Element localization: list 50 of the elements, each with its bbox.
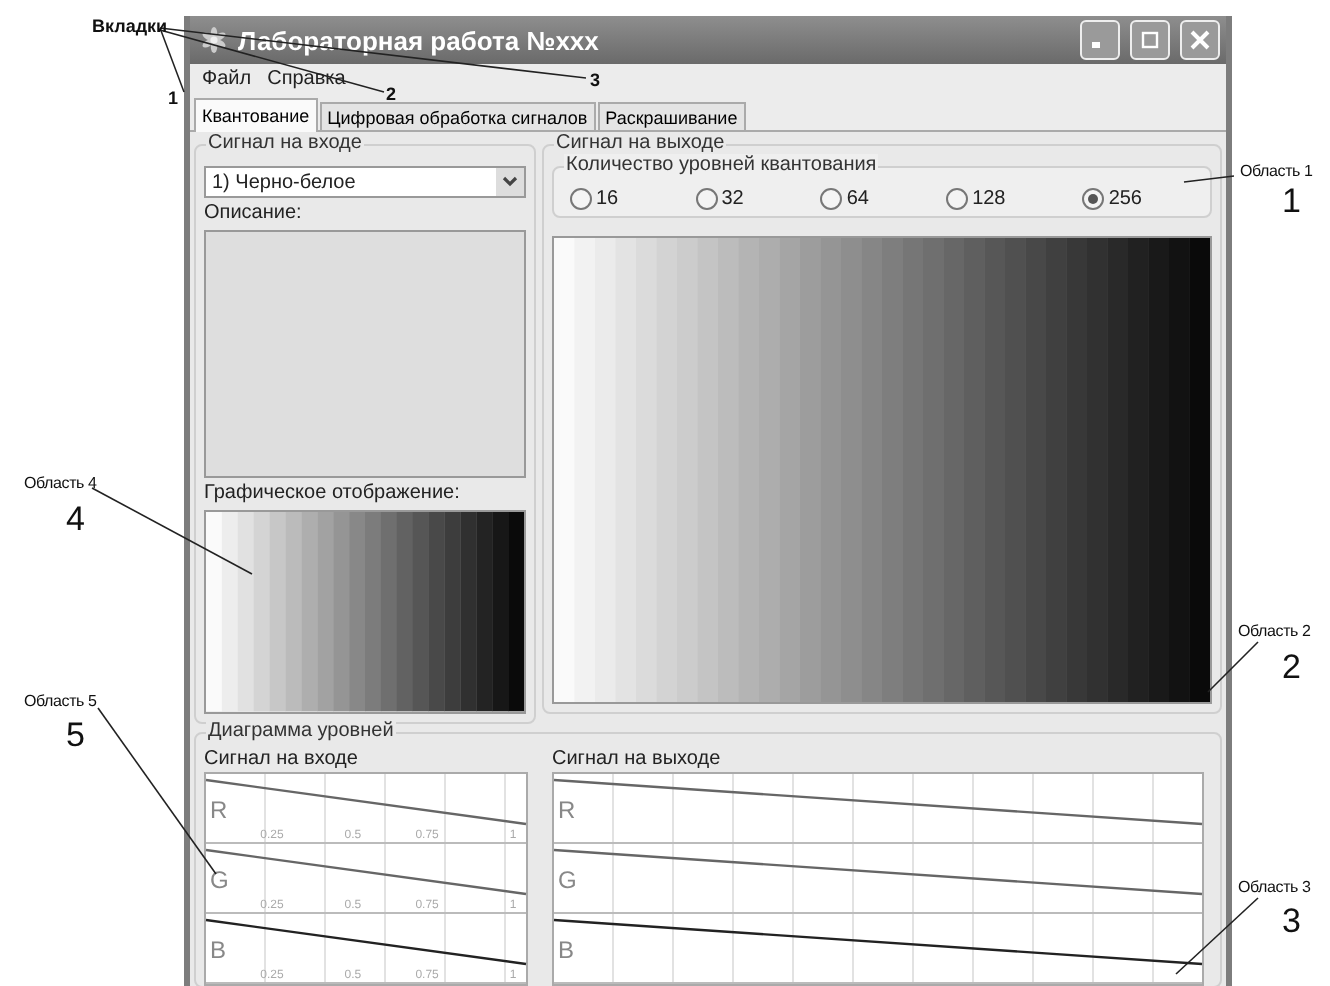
- callout-number: 4: [66, 502, 85, 536]
- group-title: Сигнал на входе: [206, 132, 364, 156]
- channel-label: B: [210, 938, 227, 962]
- close-button[interactable]: [1180, 20, 1220, 60]
- channel-label: R: [210, 798, 228, 822]
- tab[interactable]: Квантование: [194, 98, 318, 132]
- radio-option[interactable]: 32: [695, 187, 744, 209]
- channel-label: B: [558, 938, 575, 962]
- callout-number: 1: [168, 90, 179, 108]
- radio-option[interactable]: 128: [946, 187, 1006, 209]
- channel-label: G: [210, 868, 229, 892]
- callout-number: 2: [1282, 650, 1301, 684]
- callout-label: Область 1: [1240, 164, 1313, 180]
- channel-label: R: [558, 798, 576, 822]
- field-label: Описание:: [204, 202, 304, 226]
- callout-label: Область 5: [24, 694, 97, 710]
- description-field[interactable]: [204, 230, 526, 479]
- callout-number: 3: [1282, 904, 1301, 938]
- minimize-button[interactable]: [1080, 20, 1120, 60]
- radio-option[interactable]: 16: [570, 187, 619, 209]
- group-title: Количество уровней квантования: [564, 154, 879, 178]
- field-label: Графическое отображение:: [204, 482, 462, 507]
- panel-title: Сигнал на выходе: [552, 748, 723, 772]
- app-icon: [200, 26, 228, 54]
- callout-number: 2: [386, 86, 397, 104]
- maximize-button[interactable]: [1130, 20, 1170, 60]
- tab[interactable]: Цифровая обработка сигналов: [319, 102, 596, 130]
- menu-item[interactable]: Файл: [202, 67, 252, 89]
- callout-label: Область 3: [1238, 880, 1311, 896]
- callout-label: Область 2: [1238, 624, 1311, 640]
- callout-number: 1: [1282, 184, 1301, 218]
- group-title: Сигнал на выходе: [554, 132, 727, 156]
- panel-title: Сигнал на входе: [204, 748, 360, 772]
- callout-label: Область 4: [24, 476, 97, 492]
- dropdown[interactable]: 1) Черно-белое: [204, 166, 526, 198]
- channel-label: G: [558, 868, 577, 892]
- group-title: Диаграмма уровней: [206, 720, 396, 744]
- window-title: Лабораторная работа №xxx: [238, 25, 601, 55]
- leader-line: [1183, 175, 1235, 183]
- callout-number: 3: [590, 72, 601, 90]
- leader-line: [1207, 641, 1259, 693]
- close-icon: [1190, 30, 1210, 50]
- callout-label: Вкладки: [92, 18, 168, 36]
- tab[interactable]: Раскрашивание: [597, 102, 746, 130]
- maximize-icon: [1140, 30, 1160, 50]
- radio-option[interactable]: 64: [820, 187, 869, 209]
- leader-line: [1175, 897, 1259, 975]
- menu-item[interactable]: Справка: [267, 67, 346, 89]
- radio-option[interactable]: 256: [1082, 187, 1142, 209]
- callout-number: 5: [66, 718, 85, 752]
